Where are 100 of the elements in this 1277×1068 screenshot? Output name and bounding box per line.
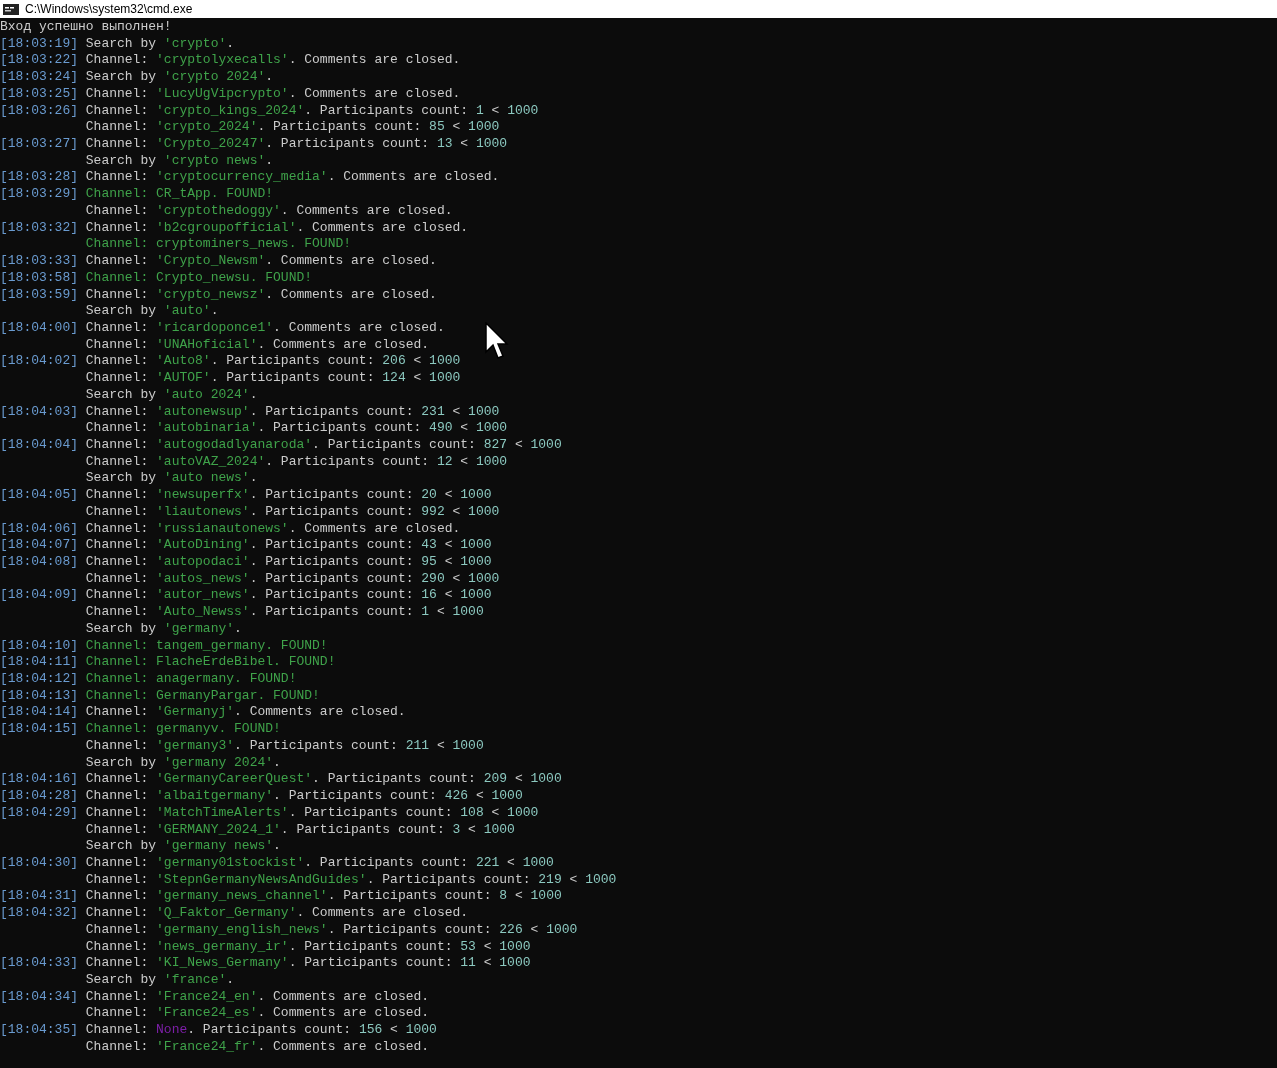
timestamp: [18:03:24] [0, 69, 78, 86]
timestamp: [18:04:14] [0, 704, 78, 722]
log-text: < [568, 871, 579, 889]
count-value: 1000 [452, 737, 484, 755]
log-text: < [443, 554, 454, 571]
found-message: Channel: CR_tApp. FOUND! [85, 186, 274, 203]
log-text: Channel: [85, 788, 150, 805]
log-text: < [459, 453, 470, 471]
found-message: Channel: anagermany. FOUND! [85, 671, 297, 688]
window-title: C:\Windows\system32\cmd.exe [25, 1, 193, 18]
log-text: Channel: [85, 771, 150, 789]
log-text: Channel: [85, 537, 150, 554]
log-text: < [482, 938, 493, 956]
count-value: 124 [382, 370, 406, 387]
log-text: Search by [85, 754, 158, 772]
channel-name: 'autogodadlyanaroda' [156, 436, 313, 454]
log-text: < [451, 503, 462, 521]
channel-name: 'Crypto_Newsm' [156, 253, 266, 270]
timestamp: [18:04:31] [0, 888, 78, 906]
log-text: < [412, 370, 423, 387]
log-text: Search by [85, 152, 158, 170]
log-text: < [389, 1022, 399, 1039]
timestamp: [18:04:09] [0, 587, 78, 605]
log-text: Channel: [85, 52, 150, 70]
count-value: 1000 [585, 871, 617, 889]
log-text: . Participants count: [249, 403, 415, 421]
log-text: < [451, 403, 462, 421]
log-text: < [474, 788, 485, 805]
log-text: . Comments are closed. [327, 169, 500, 187]
log-text: Search by [85, 386, 158, 404]
count-value: 1000 [499, 938, 531, 956]
log-text: Search by [85, 620, 158, 638]
log-text: Channel: [85, 804, 150, 822]
count-value: 85 [429, 119, 445, 137]
count-value: 1000 [491, 788, 523, 805]
count-value: 226 [499, 921, 523, 939]
mouse-cursor-icon [485, 322, 509, 360]
timestamp: [18:04:16] [0, 771, 78, 789]
timestamp: [18:04:34] [0, 988, 78, 1006]
timestamp: [18:04:28] [0, 788, 78, 805]
log-text: Channel: [85, 420, 150, 437]
timestamp: [18:03:28] [0, 169, 78, 187]
channel-name: 'b2cgroupofficial' [156, 219, 297, 237]
log-text: Вход успешно выполнен! [0, 19, 172, 36]
count-value: 3 [452, 821, 461, 839]
log-text: Channel: [85, 938, 150, 956]
log-text: < [443, 587, 454, 605]
count-value: 1000 [475, 453, 508, 471]
count-value: 221 [475, 854, 500, 872]
log-text: Channel: [85, 102, 150, 120]
timestamp: [18:03:58] [0, 269, 78, 287]
log-text: . Participants count: [249, 487, 415, 504]
timestamp: [18:03:29] [0, 186, 78, 203]
count-value: 1000 [483, 821, 515, 839]
log-text: < [435, 737, 446, 755]
log-text: Channel: [85, 453, 150, 471]
log-text: Channel: [85, 403, 150, 421]
log-text: < [482, 955, 493, 972]
log-text: < [459, 420, 470, 437]
found-message: Channel: FlacheErdeBibel. FOUND! [85, 654, 336, 672]
log-text: . Participants count: [234, 737, 399, 755]
count-value: 1000 [429, 370, 461, 387]
log-text: . Participants count: [249, 537, 415, 554]
channel-name: 'germany01stockist' [156, 854, 305, 872]
log-text: . Comments are closed. [288, 85, 461, 103]
log-text: Channel: [85, 1005, 150, 1023]
channel-name: 'crypto_kings_2024' [156, 102, 305, 120]
found-message: Channel: cryptominers_news. FOUND! [85, 236, 352, 254]
channel-name: 'Q_Faktor_Germany' [156, 905, 297, 922]
count-value: 1000 [475, 420, 508, 437]
count-value: 1000 [460, 537, 492, 554]
log-text: Channel: [85, 604, 150, 621]
count-value: 290 [421, 570, 445, 588]
log-text: Search by [85, 838, 158, 855]
log-text: < [513, 436, 524, 454]
log-text: . [273, 838, 281, 855]
count-value: 1000 [460, 554, 492, 571]
log-text: . Participants count: [210, 370, 376, 387]
channel-name: 'germany news' [163, 838, 274, 855]
log-text: Channel: [85, 436, 150, 454]
log-text: Channel: [85, 202, 150, 220]
log-text: . Comments are closed. [257, 1038, 430, 1056]
log-text: < [459, 136, 470, 153]
log-text: Channel: [85, 487, 150, 504]
count-value: 1000 [546, 921, 578, 939]
channel-name: 'russianautonews' [156, 520, 289, 538]
count-value: 95 [421, 554, 437, 571]
log-text: . [265, 152, 274, 170]
null-value: None [156, 1022, 188, 1039]
timestamp: [18:03:33] [0, 253, 78, 270]
channel-name: 'crypto' [163, 35, 227, 53]
channel-name: 'crypto 2024' [163, 69, 266, 86]
timestamp: [18:04:12] [0, 671, 78, 688]
log-text: . Participants count: [273, 788, 438, 805]
count-value: 1000 [468, 503, 500, 521]
count-value: 1000 [468, 119, 500, 137]
count-value: 231 [421, 403, 445, 421]
log-text: . [210, 303, 219, 320]
channel-name: 'autoVAZ_2024' [156, 453, 266, 471]
channel-name: 'ricardoponce1' [156, 319, 274, 337]
